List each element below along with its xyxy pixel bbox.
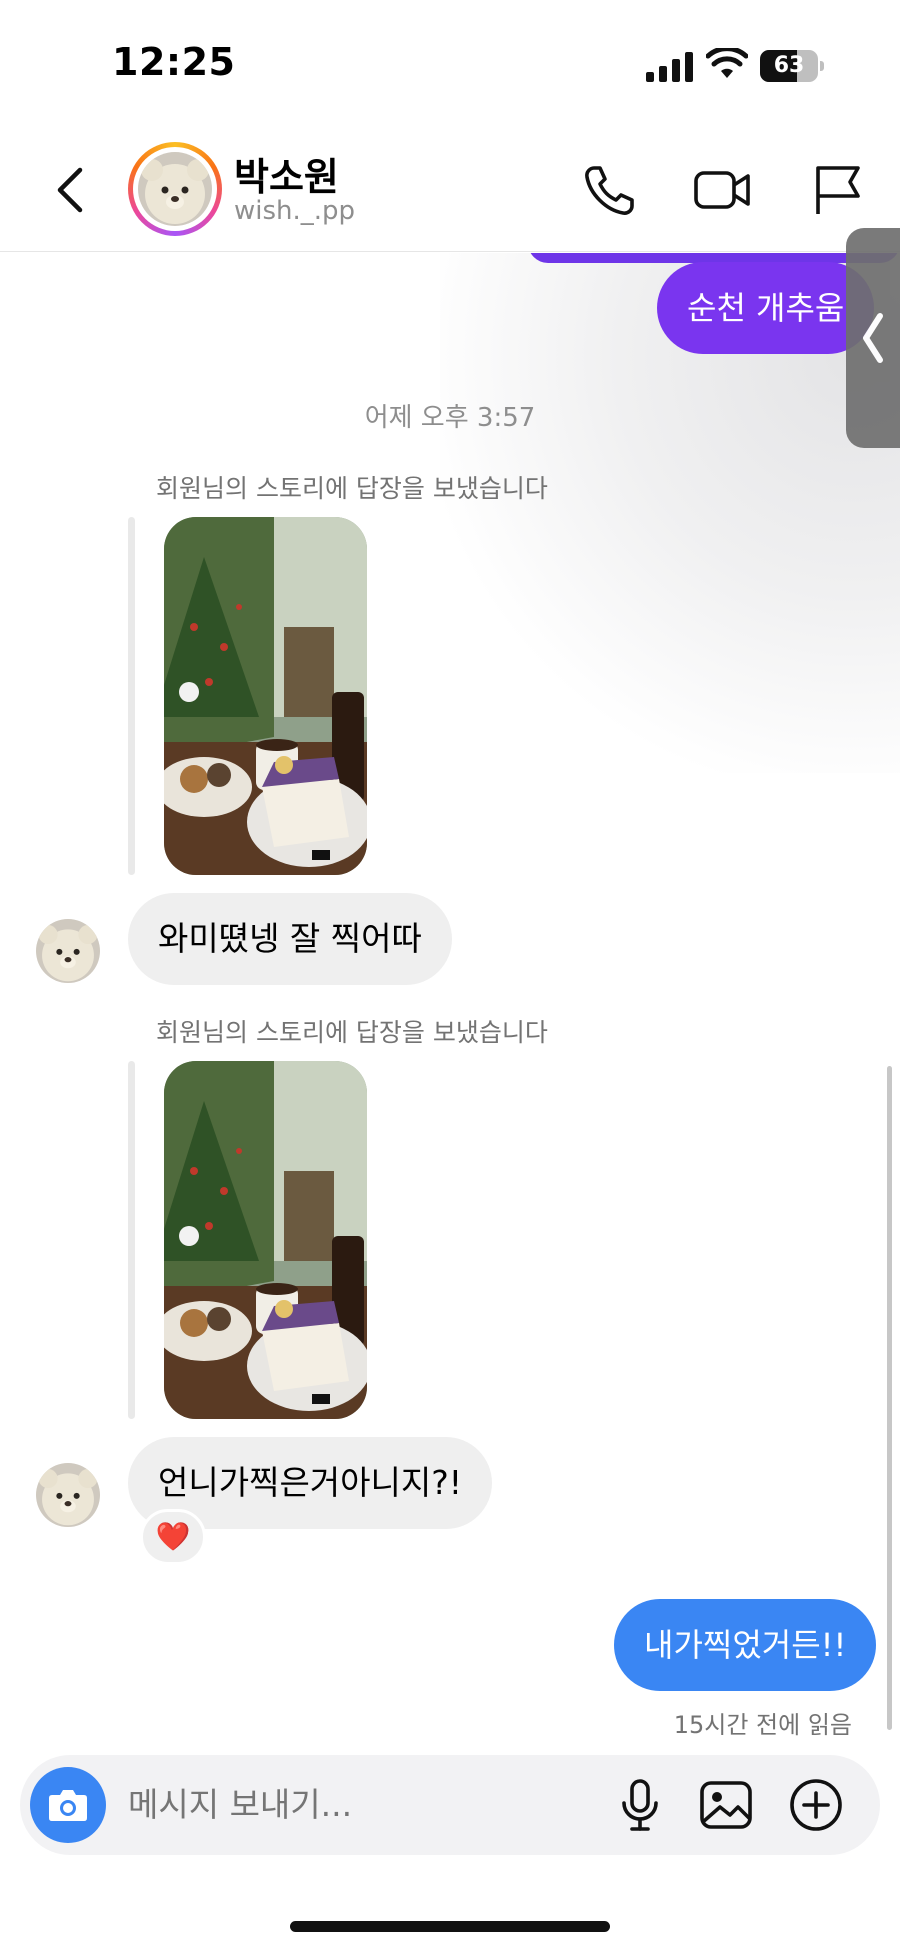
cafe-photo-image — [164, 1061, 367, 1419]
contact-name[interactable]: 박소원 — [234, 146, 339, 201]
battery-percentage: 63 — [773, 53, 805, 78]
message-timestamp: 어제 오후 3:57 — [364, 403, 536, 433]
wifi-icon — [706, 48, 748, 78]
plus-circle-icon[interactable] — [786, 1775, 846, 1835]
image-icon[interactable] — [696, 1775, 756, 1835]
message-list[interactable]: 순천 개추움 어제 오후 3:57 회원님의 스토리에 답장을 보냈습니다 와미… — [0, 253, 900, 1753]
camera-button[interactable] — [30, 1767, 106, 1843]
teddy-bear-avatar-image — [36, 1463, 100, 1527]
battery-indicator: 63 — [760, 50, 824, 82]
read-receipt: 15시간 전에 읽음 — [673, 1711, 852, 1739]
back-chevron-icon[interactable] — [44, 160, 100, 220]
scrollbar[interactable] — [887, 1066, 892, 1730]
outgoing-message-bubble[interactable]: 내가찍었거든!! — [614, 1599, 877, 1691]
profile-avatar[interactable] — [128, 142, 222, 236]
status-bar: 12:25 63 — [0, 0, 900, 120]
contact-username[interactable]: wish._.pp — [234, 196, 355, 226]
story-reply-label: 회원님의 스토리에 답장을 보냈습니다 — [156, 1018, 548, 1047]
chevron-left-icon — [863, 313, 883, 363]
story-thumbnail[interactable] — [164, 1061, 367, 1419]
teddy-bear-avatar-image — [36, 919, 100, 983]
phone-icon[interactable] — [580, 160, 644, 220]
cellular-signal-icon — [646, 52, 693, 82]
flag-icon[interactable] — [806, 160, 870, 220]
teddy-bear-avatar-image — [138, 152, 212, 226]
video-camera-icon[interactable] — [690, 160, 754, 220]
sender-avatar[interactable] — [36, 919, 100, 983]
outgoing-message-bubble[interactable]: 순천 개추움 — [657, 262, 875, 354]
status-time: 12:25 — [112, 40, 236, 84]
cafe-photo-image — [164, 517, 367, 875]
microphone-icon[interactable] — [610, 1775, 670, 1835]
message-input[interactable] — [128, 1755, 598, 1855]
story-reply-bar — [128, 1061, 135, 1419]
story-reply-bar — [128, 517, 135, 875]
side-panel-handle[interactable] — [846, 228, 900, 448]
camera-icon — [49, 1790, 87, 1821]
home-indicator[interactable] — [290, 1921, 610, 1932]
incoming-message-bubble[interactable]: 와미뗬넹 잘 찍어따 — [128, 893, 452, 985]
story-thumbnail[interactable] — [164, 517, 367, 875]
chat-header: 박소원 wish._.pp — [0, 124, 900, 252]
sender-avatar[interactable] — [36, 1463, 100, 1527]
heart-reaction[interactable]: ❤️ — [140, 1509, 206, 1565]
message-composer — [20, 1755, 880, 1855]
story-reply-label: 회원님의 스토리에 답장을 보냈습니다 — [156, 474, 548, 503]
